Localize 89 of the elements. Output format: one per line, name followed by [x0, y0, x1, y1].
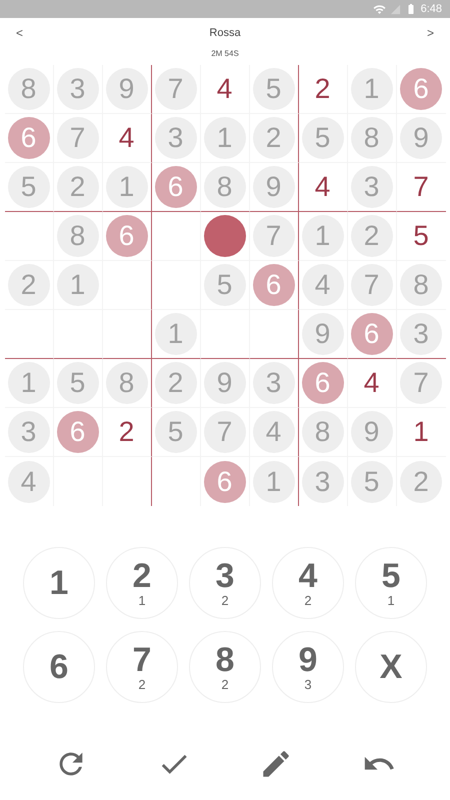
- given-digit[interactable]: 1: [204, 117, 246, 159]
- given-digit[interactable]: 1: [154, 313, 196, 355]
- given-digit[interactable]: 9: [350, 411, 392, 453]
- given-digit[interactable]: 7: [350, 264, 392, 306]
- given-digit[interactable]: 8: [400, 264, 442, 306]
- number-key[interactable]: 3 2: [189, 547, 261, 619]
- given-digit[interactable]: 7: [204, 411, 246, 453]
- number-key[interactable]: 5 1: [355, 547, 427, 619]
- given-digit[interactable]: 1: [106, 166, 148, 208]
- empty-cell[interactable]: [102, 310, 152, 359]
- timer: 2M 54S: [211, 48, 239, 60]
- given-digit[interactable]: 1: [302, 215, 344, 257]
- signal-icon: [390, 4, 401, 14]
- given-digit[interactable]: 1: [56, 264, 98, 306]
- highlighted-digit[interactable]: 6: [252, 264, 294, 306]
- given-digit[interactable]: 5: [56, 362, 98, 404]
- given-digit[interactable]: 9: [400, 117, 442, 159]
- given-digit[interactable]: 3: [154, 117, 196, 159]
- number-key[interactable]: 2 1: [106, 547, 178, 619]
- given-digit[interactable]: 3: [252, 362, 294, 404]
- entered-digit[interactable]: 1: [400, 411, 442, 453]
- given-digit[interactable]: 1: [8, 362, 50, 404]
- given-digit[interactable]: 8: [204, 166, 246, 208]
- given-digit[interactable]: 1: [252, 460, 294, 502]
- entered-digit[interactable]: 2: [106, 411, 148, 453]
- highlighted-digit[interactable]: 6: [154, 166, 196, 208]
- empty-cell[interactable]: [250, 310, 298, 359]
- entered-digit[interactable]: 4: [302, 166, 344, 208]
- given-digit[interactable]: 2: [400, 460, 442, 502]
- given-digit[interactable]: 2: [252, 117, 294, 159]
- entered-digit[interactable]: 4: [204, 68, 246, 110]
- given-digit[interactable]: 3: [8, 411, 50, 453]
- entered-digit[interactable]: 5: [400, 215, 442, 257]
- given-digit[interactable]: 5: [302, 117, 344, 159]
- given-digit[interactable]: 4: [8, 460, 50, 502]
- given-digit[interactable]: 9: [204, 362, 246, 404]
- given-digit[interactable]: 8: [106, 362, 148, 404]
- entered-digit[interactable]: 7: [400, 166, 442, 208]
- given-digit[interactable]: 2: [8, 264, 50, 306]
- number-key[interactable]: X: [355, 631, 427, 703]
- given-digit[interactable]: 8: [56, 215, 98, 257]
- selected-cell[interactable]: [204, 215, 246, 257]
- given-digit[interactable]: 2: [56, 166, 98, 208]
- given-digit[interactable]: 8: [8, 68, 50, 110]
- given-digit[interactable]: 9: [252, 166, 294, 208]
- given-digit[interactable]: 5: [350, 460, 392, 502]
- highlighted-digit[interactable]: 6: [302, 362, 344, 404]
- given-digit[interactable]: 5: [204, 264, 246, 306]
- highlighted-digit[interactable]: 6: [8, 117, 50, 159]
- previous-button[interactable]: <: [12, 24, 28, 42]
- highlighted-digit[interactable]: 6: [56, 411, 98, 453]
- entered-digit[interactable]: 2: [302, 68, 344, 110]
- given-digit[interactable]: 9: [302, 313, 344, 355]
- puzzle-title: Rossa: [209, 26, 241, 41]
- given-digit[interactable]: 7: [56, 117, 98, 159]
- status-time: 6:48: [420, 2, 442, 17]
- given-digit[interactable]: 7: [400, 362, 442, 404]
- given-digit[interactable]: 8: [302, 411, 344, 453]
- given-digit[interactable]: 4: [252, 411, 294, 453]
- highlighted-digit[interactable]: 6: [204, 460, 246, 502]
- highlighted-digit[interactable]: 6: [350, 313, 392, 355]
- wifi-icon: [372, 2, 386, 16]
- entered-digit[interactable]: 4: [350, 362, 392, 404]
- given-digit[interactable]: 8: [350, 117, 392, 159]
- number-key[interactable]: 1: [23, 547, 95, 619]
- given-digit[interactable]: 2: [350, 215, 392, 257]
- given-digit[interactable]: 7: [154, 68, 196, 110]
- given-digit[interactable]: 9: [106, 68, 148, 110]
- number-key[interactable]: 8 2: [189, 631, 261, 703]
- number-key[interactable]: 4 2: [272, 547, 344, 619]
- number-key[interactable]: 6: [23, 631, 95, 703]
- given-digit[interactable]: 3: [302, 460, 344, 502]
- given-digit[interactable]: 4: [302, 264, 344, 306]
- number-key[interactable]: 9 3: [272, 631, 344, 703]
- entered-digit[interactable]: 4: [106, 117, 148, 159]
- highlighted-digit[interactable]: 6: [400, 68, 442, 110]
- highlighted-digit[interactable]: 6: [106, 215, 148, 257]
- given-digit[interactable]: 2: [154, 362, 196, 404]
- empty-cell[interactable]: [102, 261, 152, 310]
- next-button[interactable]: >: [422, 24, 438, 42]
- given-digit[interactable]: 3: [350, 166, 392, 208]
- given-digit[interactable]: 5: [154, 411, 196, 453]
- given-digit[interactable]: 5: [8, 166, 50, 208]
- given-digit[interactable]: 1: [350, 68, 392, 110]
- given-digit[interactable]: 5: [252, 68, 294, 110]
- number-key[interactable]: 7 2: [106, 631, 178, 703]
- given-digit[interactable]: 7: [252, 215, 294, 257]
- given-digit[interactable]: 3: [56, 68, 98, 110]
- given-digit[interactable]: 3: [400, 313, 442, 355]
